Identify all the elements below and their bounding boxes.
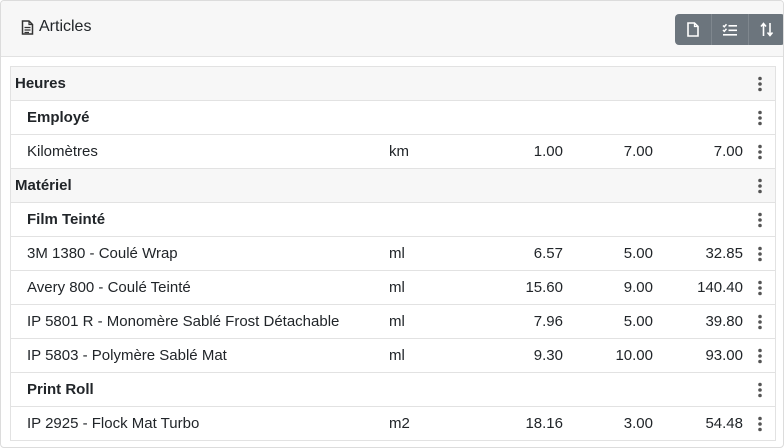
row-menu-button[interactable] <box>751 143 769 161</box>
price-cell: 3.00 <box>623 415 653 432</box>
row-menu-button[interactable] <box>751 279 769 297</box>
row-label: Print Roll <box>27 381 94 398</box>
kebab-menu-icon <box>758 76 762 92</box>
price-cell: 9.00 <box>623 279 653 296</box>
articles-card: Articles Heures Employé Kilomètres km 1.… <box>0 0 784 448</box>
total-cell: 140.40 <box>697 279 743 296</box>
row-label: Matériel <box>15 177 72 194</box>
quantity-cell: 1.00 <box>533 143 563 160</box>
quantity-cell: 6.57 <box>533 245 563 262</box>
unit-cell: km <box>389 143 409 160</box>
kebab-menu-icon <box>758 348 762 364</box>
unit-cell: ml <box>389 245 405 262</box>
table-row: IP 2925 - Flock Mat Turbo m2 18.16 3.00 54.4… <box>11 406 775 440</box>
kebab-menu-icon <box>758 178 762 194</box>
row-menu-button[interactable] <box>751 415 769 433</box>
document-icon <box>21 19 34 35</box>
row-menu-button[interactable] <box>751 381 769 399</box>
row-menu-button[interactable] <box>751 109 769 127</box>
sort-button[interactable] <box>748 14 783 45</box>
row-menu-button[interactable] <box>751 177 769 195</box>
sort-icon <box>760 22 774 37</box>
row-label: Heures <box>15 75 66 92</box>
row-menu-button[interactable] <box>751 211 769 229</box>
row-menu-button[interactable] <box>751 75 769 93</box>
total-cell: 39.80 <box>705 313 743 330</box>
total-cell: 32.85 <box>705 245 743 262</box>
checklist-icon <box>722 23 737 36</box>
row-label: IP 2925 - Flock Mat Turbo <box>27 415 200 432</box>
new-document-button[interactable] <box>675 14 711 45</box>
quantity-cell: 15.60 <box>525 279 563 296</box>
table-row: 3M 1380 - Coulé Wrap ml 6.57 5.00 32.85 <box>11 236 775 270</box>
unit-cell: ml <box>389 279 405 296</box>
unit-cell: m2 <box>389 415 410 432</box>
table-row: IP 5803 - Polymère Sablé Mat ml 9.30 10.00 9… <box>11 338 775 372</box>
new-document-icon <box>687 22 699 37</box>
row-label: Employé <box>27 109 90 126</box>
subgroup-row: Film Teinté <box>11 202 775 236</box>
quantity-cell: 18.16 <box>525 415 563 432</box>
kebab-menu-icon <box>758 382 762 398</box>
kebab-menu-icon <box>758 212 762 228</box>
articles-table: Heures Employé Kilomètres km 1.00 7.00 7.00 Mat… <box>10 66 776 441</box>
table-row: IP 5801 R - Monomère Sablé Frost Détacha… <box>11 304 775 338</box>
kebab-menu-icon <box>758 416 762 432</box>
page-title: Articles <box>39 18 92 35</box>
group-row: Heures <box>11 66 775 100</box>
row-menu-button[interactable] <box>751 245 769 263</box>
table-row: Avery 800 - Coulé Teinté ml 15.60 9.00 140.4… <box>11 270 775 304</box>
row-menu-button[interactable] <box>751 347 769 365</box>
kebab-menu-icon <box>758 246 762 262</box>
row-label: Avery 800 - Coulé Teinté <box>27 279 191 296</box>
card-title: Articles <box>21 17 91 37</box>
unit-cell: ml <box>389 313 405 330</box>
kebab-menu-icon <box>758 280 762 296</box>
price-cell: 5.00 <box>623 245 653 262</box>
kebab-menu-icon <box>758 314 762 330</box>
quantity-cell: 9.30 <box>533 347 563 364</box>
kebab-menu-icon <box>758 110 762 126</box>
checklist-button[interactable] <box>711 14 748 45</box>
price-cell: 10.00 <box>615 347 653 364</box>
row-label: IP 5801 R - Monomère Sablé Frost Détacha… <box>27 313 340 330</box>
subgroup-row: Print Roll <box>11 372 775 406</box>
group-row: Matériel <box>11 168 775 202</box>
row-menu-button[interactable] <box>751 313 769 331</box>
unit-cell: ml <box>389 347 405 364</box>
row-label: Kilomètres <box>27 143 98 160</box>
row-label: Film Teinté <box>27 211 106 228</box>
quantity-cell: 7.96 <box>533 313 563 330</box>
card-header: Articles <box>1 1 783 57</box>
price-cell: 7.00 <box>623 143 653 160</box>
total-cell: 93.00 <box>705 347 743 364</box>
total-cell: 7.00 <box>713 143 743 160</box>
kebab-menu-icon <box>758 144 762 160</box>
subgroup-row: Employé <box>11 100 775 134</box>
row-label: 3M 1380 - Coulé Wrap <box>27 245 178 262</box>
table-row: Kilomètres km 1.00 7.00 7.00 <box>11 134 775 168</box>
header-button-group <box>675 14 783 45</box>
total-cell: 54.48 <box>705 415 743 432</box>
row-label: IP 5803 - Polymère Sablé Mat <box>27 347 227 364</box>
price-cell: 5.00 <box>623 313 653 330</box>
